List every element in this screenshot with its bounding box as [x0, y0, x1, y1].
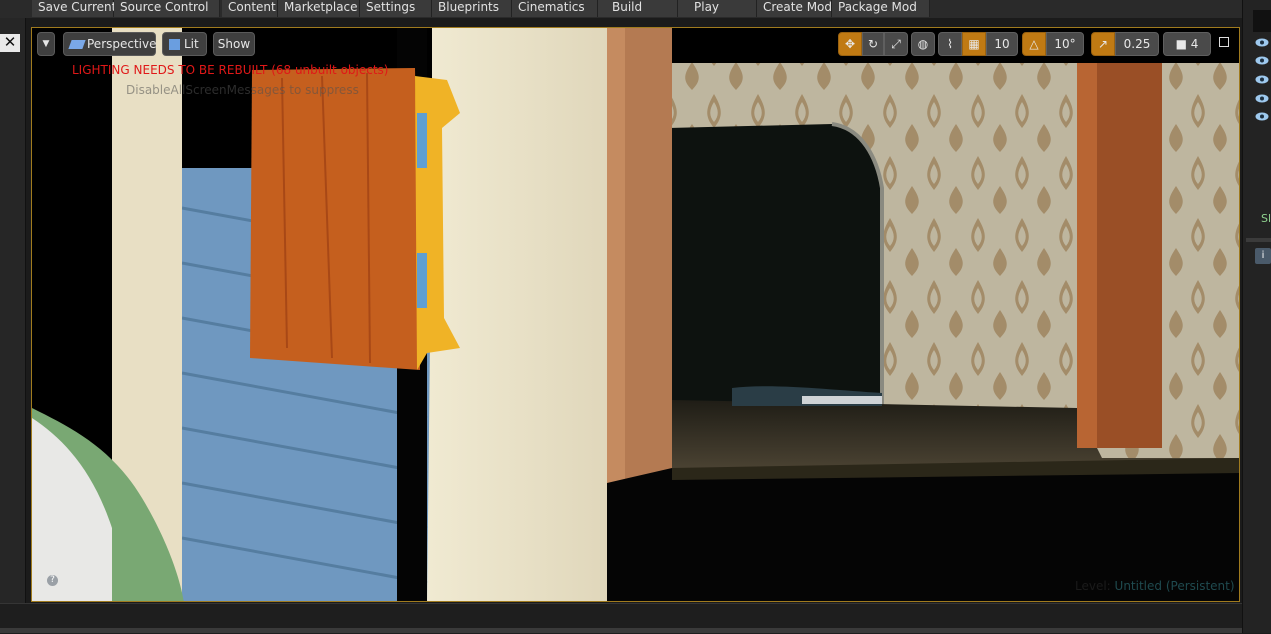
level-viewport[interactable]: ▼ Perspective Lit Show ✥ ↻ ⤢ ◍ ⌇ ▦ 10 △ … [31, 27, 1240, 602]
scene-render [32, 28, 1239, 601]
level-name: Untitled (Persistent) [1114, 579, 1235, 593]
help-icon[interactable]: ? [47, 575, 58, 586]
visibility-eye-icon[interactable] [1255, 56, 1269, 65]
visibility-eye-icon[interactable] [1255, 94, 1269, 103]
surface-snap-icon[interactable]: ⌇ [938, 32, 962, 56]
screen-message-hint: DisableAllScreenMessages to suppress [126, 83, 359, 97]
rotation-snap-icon[interactable]: △ [1022, 32, 1046, 56]
world-space-icon[interactable]: ◍ [911, 32, 935, 56]
cinematics-button[interactable]: Cinematics [512, 0, 598, 17]
level-indicator: Level: Untitled (Persistent) [1075, 579, 1235, 593]
content-button[interactable]: Content [222, 0, 278, 17]
main-toolbar: Save Current Source Control Content Mark… [0, 0, 1242, 18]
perspective-icon [68, 40, 86, 49]
close-icon[interactable]: ✕ [0, 34, 20, 52]
save-current-button[interactable]: Save Current [32, 0, 116, 17]
rotate-tool-icon[interactable]: ↻ [862, 32, 884, 56]
bottom-divider [0, 628, 1242, 633]
build-button[interactable]: Build [598, 0, 678, 17]
create-mod-button[interactable]: Create Mod [757, 0, 832, 17]
source-control-button[interactable]: Source Control [114, 0, 220, 17]
panel-divider [1246, 238, 1271, 242]
blueprints-button[interactable]: Blueprints [432, 0, 512, 17]
scale-snap-value[interactable]: 0.25 [1115, 32, 1159, 56]
lighting-warning: LIGHTING NEEDS TO BE REBUILT (68 unbuilt… [72, 63, 389, 77]
outliner-header [1253, 10, 1271, 32]
cube-icon [169, 39, 180, 50]
scale-snap-icon[interactable]: ↗ [1091, 32, 1115, 56]
perspective-button[interactable]: Perspective [63, 32, 157, 56]
camera-speed-button[interactable]: ■ 4 [1163, 32, 1211, 56]
visibility-eye-icon[interactable] [1255, 112, 1269, 121]
translate-tool-icon[interactable]: ✥ [838, 32, 862, 56]
camera-icon: ■ [1175, 37, 1187, 51]
package-mod-button[interactable]: Package Mod [832, 0, 930, 17]
lit-button[interactable]: Lit [162, 32, 207, 56]
settings-button[interactable]: Settings [360, 0, 432, 17]
grid-snap-value[interactable]: 10 [986, 32, 1018, 56]
viewport-options-dropdown[interactable]: ▼ [37, 32, 55, 56]
scale-tool-icon[interactable]: ⤢ [884, 32, 908, 56]
show-button[interactable]: Show [213, 32, 255, 56]
info-icon[interactable]: i [1255, 248, 1271, 264]
marketplace-button[interactable]: Marketplace [278, 0, 360, 17]
visibility-eye-icon[interactable] [1255, 38, 1269, 47]
rotation-snap-value[interactable]: 10° [1046, 32, 1084, 56]
grid-snap-icon[interactable]: ▦ [962, 32, 986, 56]
maximize-viewport-icon[interactable] [1219, 37, 1229, 47]
play-button[interactable]: Play [678, 0, 757, 17]
left-panel-strip [0, 18, 26, 603]
visibility-eye-icon[interactable] [1255, 75, 1269, 84]
right-panel-truncated-text: Sl [1261, 212, 1271, 225]
